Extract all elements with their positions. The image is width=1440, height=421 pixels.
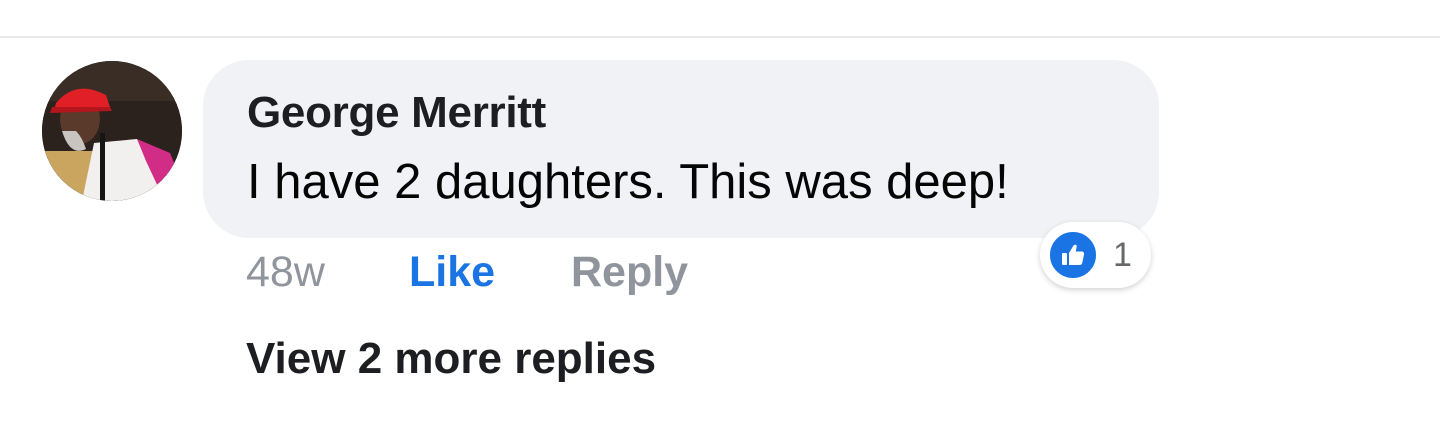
- view-more-replies-link[interactable]: View 2 more replies: [246, 334, 656, 384]
- like-button[interactable]: Like: [409, 248, 495, 297]
- reaction-summary[interactable]: 1: [1040, 222, 1151, 288]
- comment-bubble: George Merritt I have 2 daughters. This …: [203, 60, 1159, 238]
- avatar[interactable]: [42, 61, 182, 201]
- comment-text: I have 2 daughters. This was deep!: [247, 155, 1009, 209]
- top-divider: [0, 36, 1440, 38]
- thumbs-up-icon: [1048, 230, 1098, 280]
- reply-button[interactable]: Reply: [571, 248, 688, 297]
- avatar-photo: [42, 61, 182, 201]
- comment-timestamp[interactable]: 48w: [246, 248, 325, 297]
- comment-author[interactable]: George Merritt: [247, 88, 546, 138]
- reaction-count: 1: [1113, 236, 1132, 274]
